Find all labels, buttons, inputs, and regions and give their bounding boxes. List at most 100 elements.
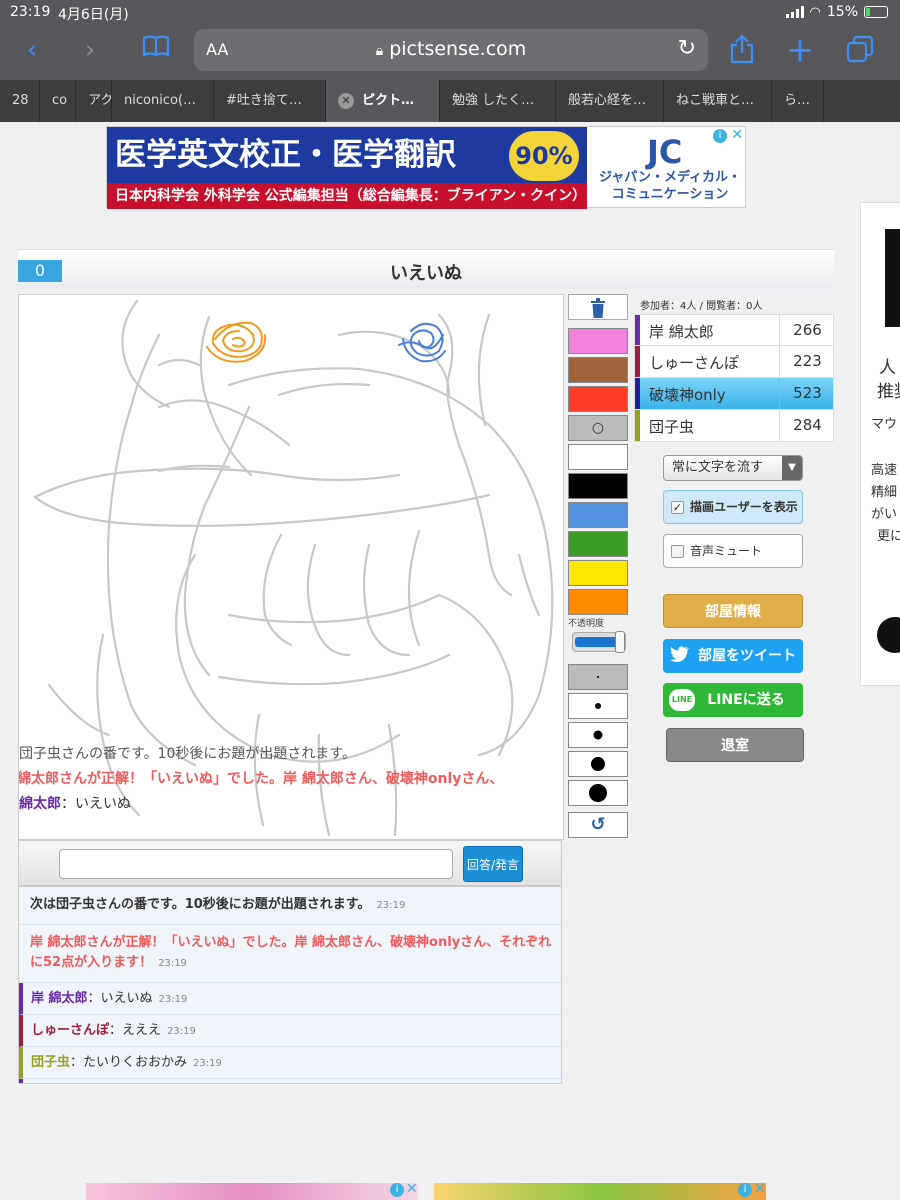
color-swatch[interactable]	[568, 589, 628, 615]
answer-input[interactable]	[59, 849, 453, 879]
color-swatch[interactable]	[568, 357, 628, 383]
url-text: 🔒︎ pictsense.com	[194, 38, 708, 60]
participants-header: 参加者：4人 / 閲覧者：0人	[640, 301, 763, 312]
brush-size-1[interactable]	[568, 664, 628, 690]
brush-size-3[interactable]	[568, 722, 628, 748]
side-panel: 人 推奨 マウ 高速 精細 がい 更に	[860, 202, 900, 686]
browser-tab[interactable]: ✕ ピクト…	[326, 80, 440, 122]
color-swatch[interactable]	[568, 560, 628, 586]
brush-dot-icon	[595, 703, 601, 709]
player-row: 団子虫 284	[634, 410, 834, 442]
signal-icon	[785, 6, 804, 18]
room-info-button[interactable]: 部屋情報	[663, 594, 803, 628]
exit-room-button[interactable]: 退室	[666, 728, 804, 762]
bottom-ad-left[interactable]: i ✕	[86, 1181, 418, 1200]
browser-tab[interactable]: アク	[76, 80, 112, 122]
player-score: 266	[779, 315, 835, 345]
show-drawer-checkbox[interactable]: ✓ 描画ユーザーを表示	[663, 490, 803, 524]
mute-checkbox[interactable]: 音声ミュート	[663, 534, 803, 568]
undo-icon[interactable]: ↺	[568, 812, 628, 838]
brush-dot-icon	[593, 730, 603, 740]
top-ad-banner[interactable]: 医学英文校正・医学翻訳 90% 日本内科学会 外科学会 公式編集担当（総合編集長…	[106, 126, 746, 209]
text-mode-select[interactable]: 常に文字を流す ▼	[663, 455, 803, 481]
ad-info-icon[interactable]: i	[390, 1183, 404, 1197]
chevron-down-icon: ▼	[782, 456, 802, 480]
brush-size-5[interactable]	[568, 780, 628, 806]
browser-tab[interactable]: ら…	[772, 80, 824, 122]
tweet-room-button[interactable]: 部屋をツイート	[663, 639, 803, 673]
bookmarks-icon[interactable]	[138, 34, 174, 66]
opacity-knob[interactable]	[615, 631, 625, 653]
forward-icon[interactable]: ›	[72, 34, 108, 66]
status-bar: 23:19 4月6日(月) ◠ 15%	[0, 0, 900, 24]
browser-tab[interactable]: 勉強 したく…	[440, 80, 556, 122]
ad-close-icon[interactable]: ✕	[731, 127, 743, 143]
player-name: 破壊神only	[649, 386, 726, 404]
chat-text: 次は団子虫さんの番です。10秒後にお題が出題されます。	[30, 897, 371, 912]
side-text-3: マウ	[871, 417, 898, 432]
back-icon[interactable]: ‹	[14, 34, 50, 66]
chat-message: 岸 綿太郎：いえいぬ 23:19	[19, 983, 561, 1015]
browser-tab-label: ら…	[784, 93, 811, 108]
side-text-7: 更に	[877, 529, 900, 544]
canvas-message-turn: 団子虫さんの番です。10秒後にお題が出題されます。	[19, 746, 357, 762]
brush-dot-icon	[597, 676, 599, 678]
color-swatch[interactable]	[568, 502, 628, 528]
player-name: 団子虫	[649, 418, 695, 436]
brush-size-2[interactable]	[568, 693, 628, 719]
ad-close-icon[interactable]: ✕	[406, 1181, 418, 1197]
player-row: しゅーさんぽ 223	[634, 346, 834, 378]
battery-icon	[864, 6, 888, 18]
ad-company: ジャパン・メディカル・コミュニケーション	[598, 170, 742, 202]
eraser-color-swatch[interactable]: ○	[568, 415, 628, 441]
drawing-canvas[interactable]: 団子虫さんの番です。10秒後にお題が出題されます。 綿太郎さんが正解！「いえいぬ…	[18, 294, 564, 840]
player-ranking: 岸 綿太郎 266 しゅーさんぽ 223 破壊神only 523 団子虫 284	[634, 314, 834, 442]
twitter-bird-icon	[670, 639, 690, 673]
chat-message: しゅーさんぽ：えええ 23:19	[19, 1015, 561, 1047]
answer-submit-button[interactable]: 回答/発言	[463, 846, 523, 882]
trash-icon[interactable]	[568, 294, 628, 320]
player-color-bar	[635, 410, 640, 441]
side-dot[interactable]	[877, 617, 900, 653]
player-color-bar	[635, 315, 640, 345]
color-swatch[interactable]	[568, 328, 628, 354]
chat-text: ：たいりくおおかみ	[70, 1055, 188, 1070]
ad-info-icon[interactable]: i	[738, 1183, 752, 1197]
ad-info-icon[interactable]: i	[713, 129, 727, 143]
opacity-fill	[575, 637, 618, 647]
color-swatch[interactable]	[568, 473, 628, 499]
bottom-ad-right[interactable]: i ✕	[434, 1181, 766, 1200]
browser-tab[interactable]: 28	[0, 80, 40, 122]
browser-tab-label: アク	[88, 93, 112, 108]
chat-timestamp: 23:19	[158, 994, 188, 1005]
reload-icon[interactable]: ↻	[678, 36, 696, 61]
tabs-overview-icon[interactable]	[842, 34, 878, 66]
color-swatch[interactable]	[568, 531, 628, 557]
ad-close-icon[interactable]: ✕	[754, 1181, 766, 1197]
color-swatch[interactable]	[568, 386, 628, 412]
side-text-2: 推奨	[877, 382, 900, 402]
browser-tab[interactable]: co	[40, 80, 76, 122]
player-score: 223	[779, 346, 835, 377]
browser-tab[interactable]: niconico(…	[112, 80, 214, 122]
brush-size-4[interactable]	[568, 751, 628, 777]
color-swatch[interactable]	[568, 444, 628, 470]
chat-message: 団子虫：たいりくおおかみ 23:19	[19, 1047, 561, 1079]
browser-tab-label: 28	[12, 93, 29, 108]
close-tab-icon[interactable]: ✕	[338, 93, 354, 109]
canvas-message-user: 綿太郎	[19, 796, 61, 812]
browser-tab[interactable]: 般若心経を…	[556, 80, 664, 122]
browser-tab-label: ねこ戦車と…	[676, 93, 755, 108]
opacity-slider[interactable]	[572, 631, 626, 653]
new-tab-icon[interactable]: +	[782, 33, 818, 67]
side-text-4: 高速	[871, 463, 898, 478]
chat-log[interactable]: 次は団子虫さんの番です。10秒後にお題が出題されます。 23:19 岸 綿太郎さんが…	[18, 886, 562, 1084]
share-icon[interactable]	[724, 34, 760, 66]
browser-tab[interactable]: ねこ戦車と…	[664, 80, 772, 122]
player-score: 284	[779, 410, 835, 441]
browser-tab-label: #吐き捨て…	[226, 93, 302, 108]
browser-tab[interactable]: #吐き捨て…	[214, 80, 326, 122]
chat-timestamp: 23:19	[193, 1058, 222, 1069]
line-share-button[interactable]: LINE LINEに送る	[663, 683, 803, 717]
address-bar[interactable]: AA 🔒︎ pictsense.com ↻	[194, 29, 708, 71]
